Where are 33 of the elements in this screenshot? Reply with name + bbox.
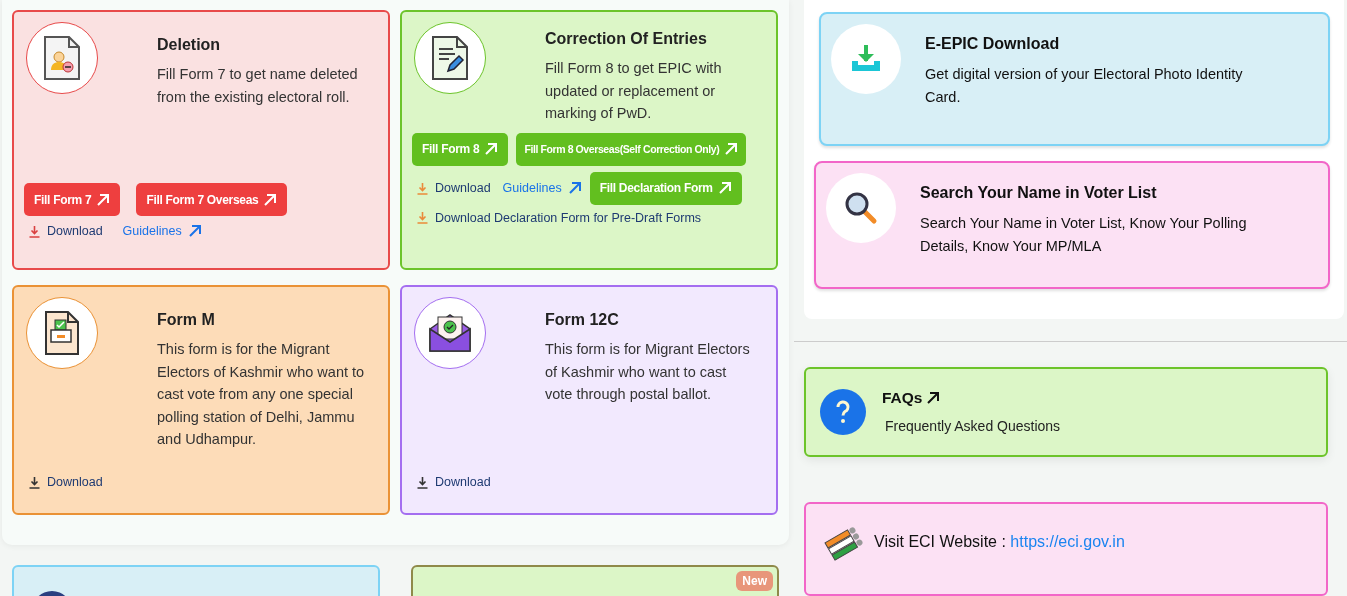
lower-card[interactable]: New (411, 565, 779, 596)
guidelines-link[interactable]: Guidelines (122, 224, 202, 238)
card-description: Get digital version of your Electoral Photo Identity Card. (925, 65, 1244, 107)
card-description: Search Your Name in Voter List, Know Your Polling Details, Know Your MP/MLA (920, 214, 1248, 256)
download-link[interactable]: Download (416, 181, 491, 195)
card-title: Form M (157, 311, 216, 329)
fill-form-button[interactable]: Fill Form 7 (24, 183, 121, 216)
card-title: Deletion (157, 36, 222, 54)
card-title: Search Your Name in Voter List (920, 184, 1158, 202)
download-link[interactable]: Download (416, 475, 491, 489)
new-badge: New (736, 571, 773, 591)
faq-description: Frequently Asked Questions (885, 418, 1061, 435)
card-title: E-EPIC Download (925, 35, 1061, 53)
card-description: This form is for Migrant Electors of Kashmir who want to cast vote through postal ballot. (545, 340, 751, 404)
eci-website-link[interactable]: https://eci.gov.in (1010, 532, 1125, 550)
service-card[interactable]: Search Your Name in Voter List Search Your Name in Voter List, Know Your Polling Details, Know Your MP/MLA (814, 161, 1330, 289)
card-description: Fill Form 7 to get name deleted from the existing electoral roll. (157, 65, 359, 107)
card-description: Fill Form 8 to get EPIC with updated or replacement or marking of PwD. (545, 59, 723, 123)
fill-form-button[interactable]: Fill Form 8 (412, 132, 509, 166)
fill-form-button[interactable]: Fill Declaration Form (589, 171, 742, 205)
faq-title: FAQs (882, 389, 923, 408)
faq-card[interactable]: FAQs Frequently Asked Questions (804, 367, 1328, 457)
guidelines-link[interactable]: Guidelines (502, 181, 582, 195)
eci-website-text: Visit ECI Website : https://eci.gov.in (874, 532, 1125, 551)
card-title: Form 12C (545, 311, 620, 329)
download-link[interactable]: Download Declaration Form for Pre-Draft Forms (416, 210, 702, 225)
card-title: Correction Of Entries (545, 30, 708, 48)
fill-form-button[interactable]: Fill Form 8 Overseas(Self Correction Only) (516, 132, 747, 166)
download-link[interactable]: Download (28, 475, 103, 489)
fill-form-button[interactable]: Fill Form 7 Overseas (136, 183, 288, 216)
download-link[interactable]: Download (28, 224, 103, 238)
service-card[interactable]: E-EPIC Download Get digital version of your Electoral Photo Identity Card. (819, 12, 1330, 146)
card-description: This form is for the Migrant Electors of Kashmir who want to cast vote from any one special polling station of Delhi, Jammu and Udhampur. (157, 340, 366, 449)
